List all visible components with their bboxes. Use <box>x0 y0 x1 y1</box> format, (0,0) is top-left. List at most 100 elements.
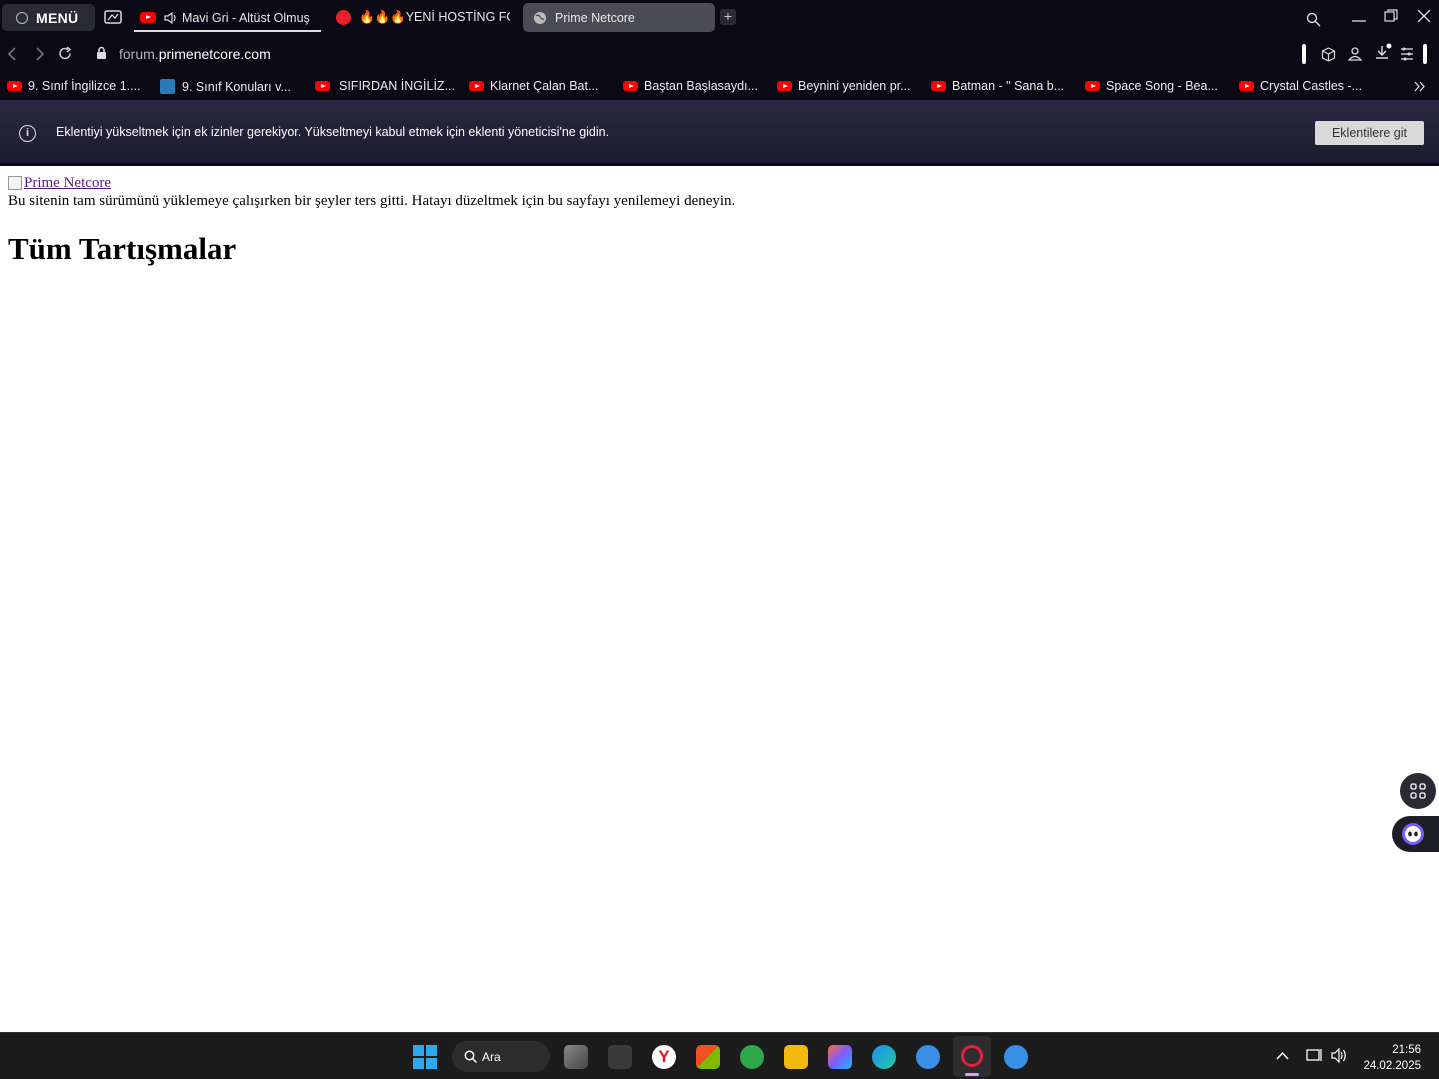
youtube-icon <box>931 81 946 91</box>
clock-date: 24.02.2025 <box>1363 1060 1421 1072</box>
reload-icon[interactable] <box>58 46 73 61</box>
easy-setup-icon[interactable] <box>1400 47 1414 61</box>
restore-icon[interactable] <box>1384 9 1398 23</box>
url-subdomain: forum. <box>119 46 159 62</box>
bookmark-label: Klarnet Çalan Bat... <box>490 79 599 93</box>
broken-image-icon <box>8 176 22 190</box>
extension-infobar: i Eklentiyi yükseltmek için ek izinler g… <box>0 100 1439 166</box>
active-indicator <box>965 1073 979 1076</box>
bookmark-item[interactable]: 9. Sınıf İngilizce 1.... <box>7 79 141 93</box>
youtube-icon <box>777 81 792 91</box>
youtube-icon <box>1085 81 1100 91</box>
search-tabs-icon[interactable] <box>1306 12 1321 27</box>
grid-icon <box>1410 783 1426 799</box>
tab-title: 🔥🔥🔥YENİ HOSTİNG FO <box>359 10 510 24</box>
youtube-icon <box>140 12 156 23</box>
close-icon[interactable] <box>1417 9 1431 23</box>
copilot-icon[interactable] <box>828 1045 852 1069</box>
addressbar-divider <box>1423 44 1427 64</box>
browser-menu-button[interactable]: MENÜ <box>2 4 95 31</box>
yandex-browser-icon[interactable]: Y <box>652 1045 676 1069</box>
tab-mavi-gri[interactable]: Mavi Gri - Altüst Olmuş <box>134 3 321 32</box>
url-field[interactable]: forum.primenetcore.com <box>119 46 271 62</box>
search-icon <box>464 1050 477 1063</box>
download-icon[interactable] <box>1374 43 1392 61</box>
maps-app-icon[interactable] <box>740 1045 764 1069</box>
file-explorer-icon[interactable] <box>784 1045 808 1069</box>
url-domain: primenetcore.com <box>158 46 271 62</box>
bookmark-item[interactable]: 9. Sınıf Konuları v... <box>160 79 291 94</box>
bookmark-item[interactable]: Batman - " Sana b... <box>931 79 1064 93</box>
logo-alt-text: Prime Netcore <box>24 175 112 191</box>
task-view-icon[interactable] <box>564 1045 588 1069</box>
youtube-icon <box>7 81 22 91</box>
clock-time: 21:56 <box>1392 1044 1421 1056</box>
assistant-face-icon <box>1402 823 1424 845</box>
windows-taskbar: Ara Y 21:56 24.02.2025 <box>0 1032 1439 1079</box>
bookmark-label: 9. Sınıf İngilizce 1.... <box>28 79 141 93</box>
opera-icon <box>961 1045 983 1067</box>
tab-bar: MENÜ Mavi Gri - Altüst Olmuş 🔥🔥🔥YENİ HOS… <box>0 0 1439 36</box>
edge-icon[interactable] <box>872 1045 896 1069</box>
tab-snap-icon[interactable] <box>104 10 122 24</box>
bookmark-label: Baştan Başlasaydı... <box>644 79 758 93</box>
bookmark-label: Batman - " Sana b... <box>952 79 1065 93</box>
tiktok-icon <box>336 10 351 25</box>
bookmark-label: SIFIRDAN İNGİLİZ... <box>339 79 455 93</box>
volume-icon[interactable] <box>1331 1048 1348 1063</box>
addressbar-divider <box>1302 44 1306 64</box>
menu-label: MENÜ <box>36 9 79 26</box>
youtube-icon <box>623 81 638 91</box>
infobar-message: Eklentiyi yükseltmek için ek izinler ger… <box>56 125 610 139</box>
back-icon[interactable] <box>7 47 17 61</box>
bookmark-item[interactable]: Beynini yeniden pr... <box>777 79 911 93</box>
speaker-icon[interactable] <box>164 11 178 24</box>
cube-icon[interactable] <box>1321 47 1336 62</box>
youtube-icon <box>315 81 330 91</box>
bookmark-item[interactable]: Crystal Castles -... <box>1239 79 1362 93</box>
bookmarks-bar: 9. Sınıf İngilizce 1.... 9. Sınıf Konula… <box>0 72 1439 100</box>
bookmark-label: 9. Sınıf Konuları v... <box>182 79 291 94</box>
address-bar: forum.primenetcore.com <box>0 36 1439 72</box>
chevron-up-icon[interactable] <box>1276 1051 1289 1060</box>
page-content: Prime Netcore Bu sitenin tam sürümünü yü… <box>0 166 1439 1032</box>
logo-link[interactable]: Prime Netcore <box>8 174 1431 192</box>
info-icon: i <box>19 125 36 142</box>
new-tab-button[interactable]: + <box>720 9 736 25</box>
minimize-icon[interactable] <box>1351 12 1367 24</box>
shield-icon <box>160 79 175 94</box>
opera-logo-icon <box>16 11 28 24</box>
forward-icon[interactable] <box>35 47 45 61</box>
opera-gx-icon[interactable] <box>916 1045 940 1069</box>
tab-title: Mavi Gri - Altüst Olmuş <box>182 10 310 25</box>
opera-gx-icon[interactable] <box>1004 1045 1028 1069</box>
profile-icon[interactable] <box>1348 46 1362 61</box>
chevron-double-right-icon[interactable] <box>1414 81 1426 92</box>
error-message: Bu sitenin tam sürümünü yüklemeye çalışı… <box>8 193 736 209</box>
ai-assistant-float-button[interactable] <box>1392 816 1439 852</box>
bookmark-item[interactable]: Klarnet Çalan Bat... <box>469 79 598 93</box>
page-title: Tüm Tartışmalar <box>8 231 237 266</box>
bookmark-label: Space Song - Bea... <box>1106 79 1218 93</box>
microsoft-store-icon[interactable] <box>696 1045 720 1069</box>
windows-start-icon[interactable] <box>413 1045 437 1069</box>
search-label: Ara <box>482 1049 501 1064</box>
bookmark-item[interactable]: Baştan Başlasaydı... <box>623 79 758 93</box>
network-icon[interactable] <box>1306 1048 1323 1064</box>
apps-float-button[interactable] <box>1400 773 1436 809</box>
audio-app-icon[interactable] <box>608 1045 632 1069</box>
globe-icon <box>534 11 546 24</box>
bookmark-item[interactable]: SIFIRDAN İNGİLİZ... <box>315 79 455 93</box>
bookmark-label: Crystal Castles -... <box>1260 79 1363 93</box>
tab-hosting[interactable]: 🔥🔥🔥YENİ HOSTİNG FO <box>334 3 510 32</box>
youtube-icon <box>1239 81 1254 91</box>
tab-title: Prime Netcore <box>555 10 635 25</box>
tab-prime-netcore[interactable]: Prime Netcore <box>523 3 715 32</box>
lock-icon[interactable] <box>96 46 107 60</box>
youtube-icon <box>469 81 484 91</box>
opera-active-slot[interactable] <box>953 1036 991 1077</box>
bookmark-item[interactable]: Space Song - Bea... <box>1085 79 1218 93</box>
taskbar-search[interactable]: Ara <box>452 1041 550 1072</box>
system-clock[interactable]: 21:56 24.02.2025 <box>1363 1042 1421 1074</box>
go-to-extensions-button[interactable]: Eklentilere git <box>1315 121 1424 145</box>
